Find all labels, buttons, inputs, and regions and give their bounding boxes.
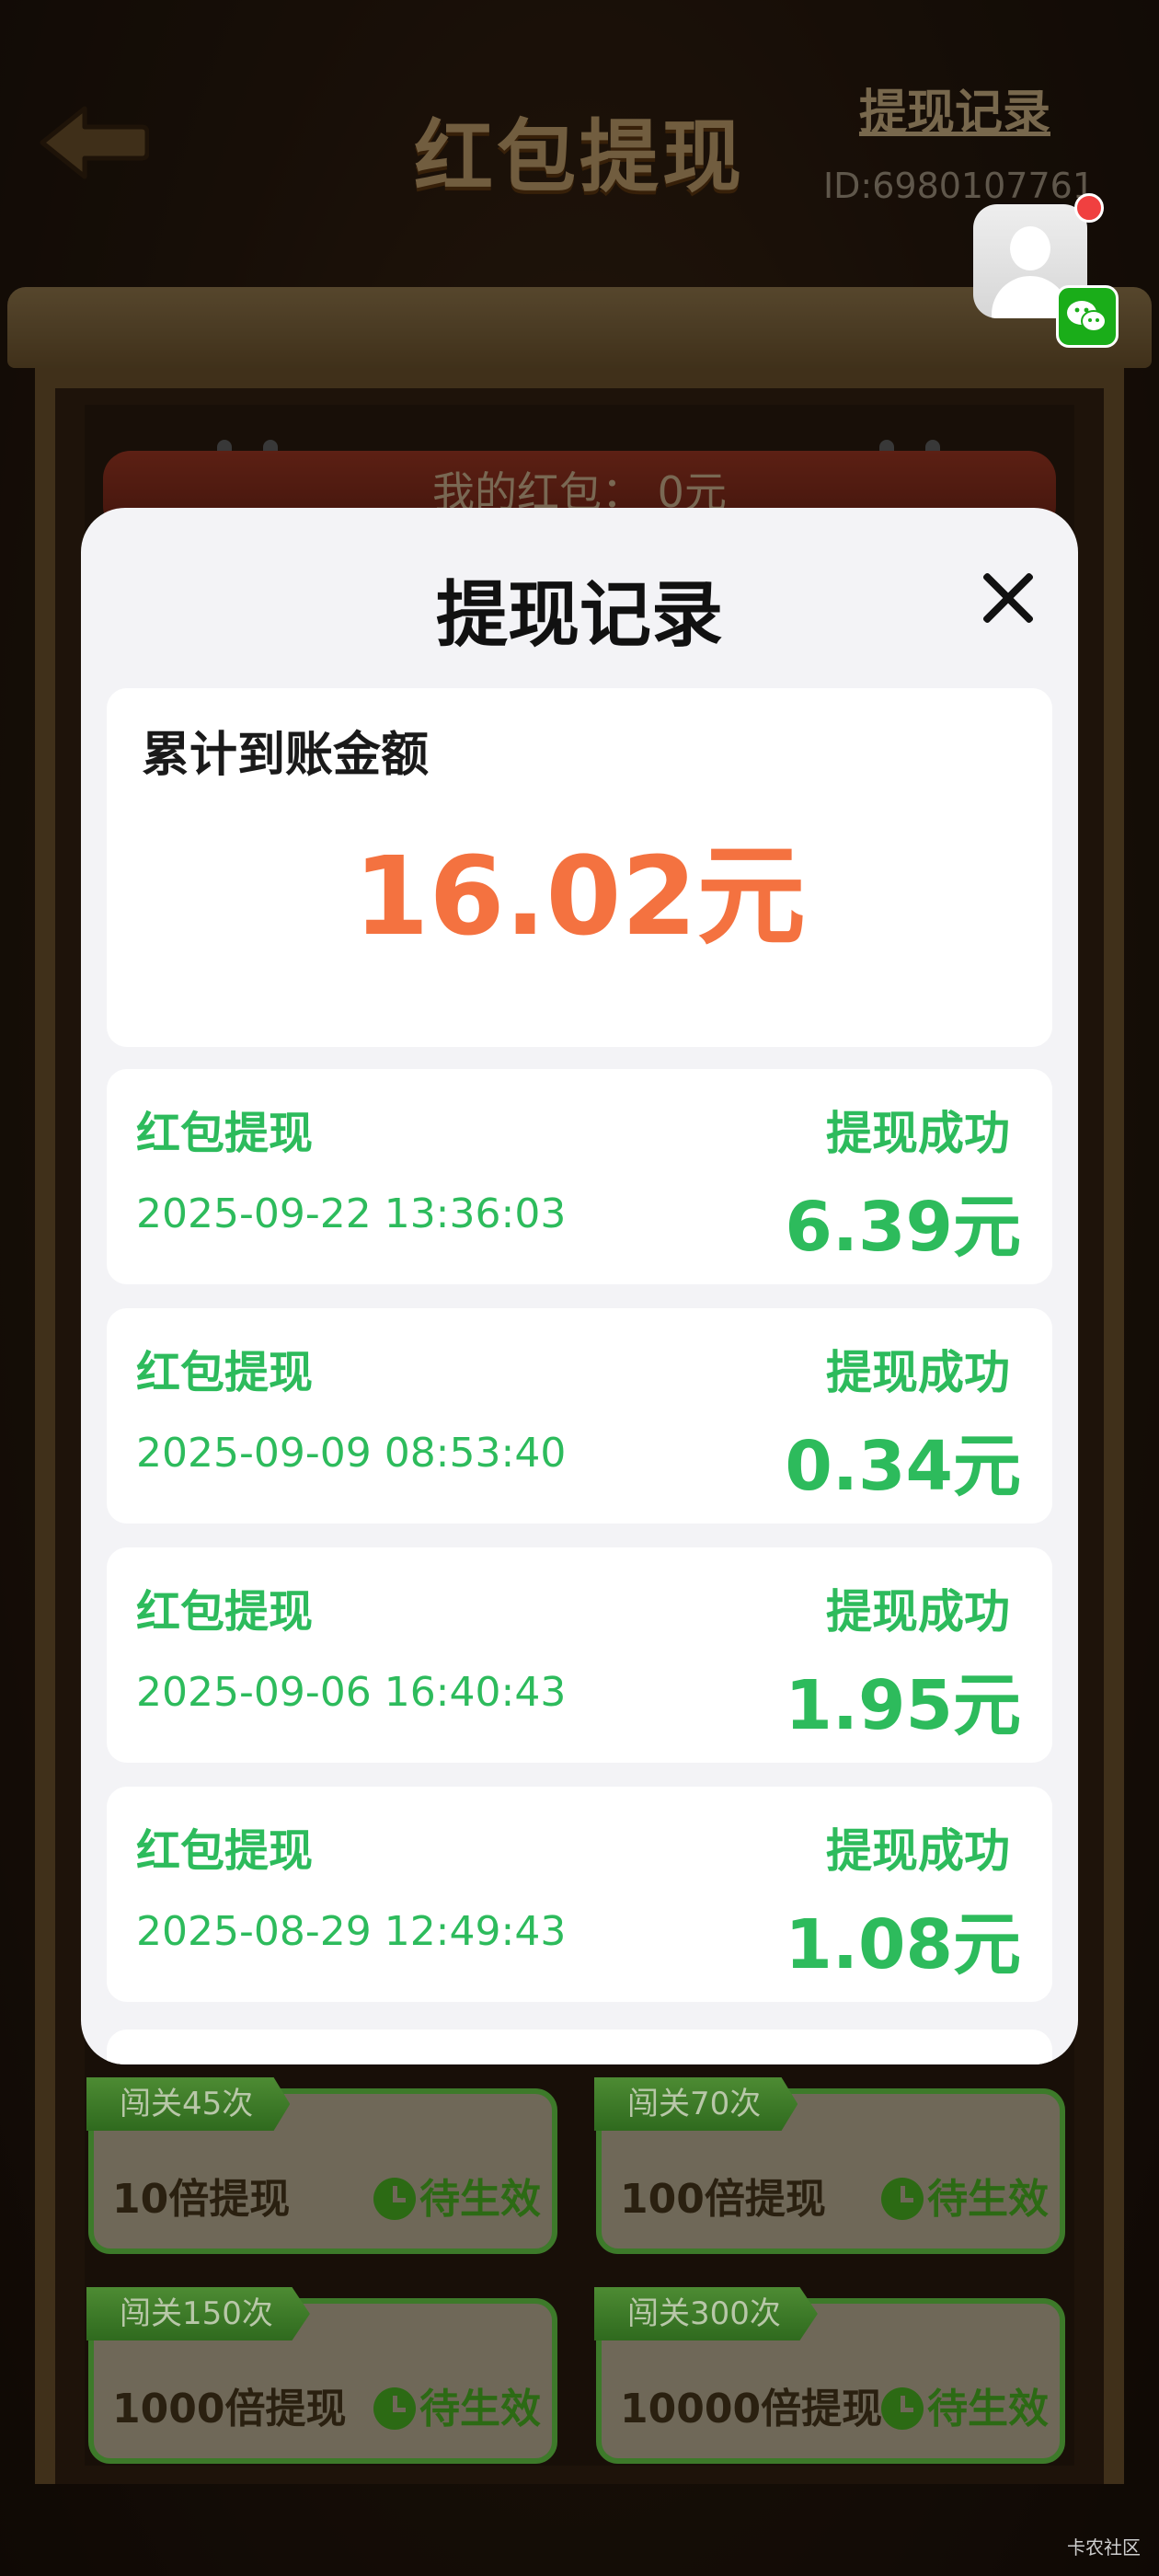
task-card: 闯关45次 10倍提现 待生效: [86, 2077, 557, 2254]
record-list[interactable]: 红包提现 提现成功 2025-09-22 13:36:03 6.39元 红包提现…: [107, 1069, 1052, 2026]
list-item: 红包提现 提现成功 2025-09-06 16:40:43 1.95元: [107, 1547, 1052, 1763]
modal-title: 提现记录: [435, 574, 723, 657]
task-status: 待生效: [881, 2375, 1049, 2434]
record-status: 提现成功: [826, 1107, 1010, 1160]
list-item: 红包提现 提现成功 2025-09-09 08:53:40 0.34元: [107, 1308, 1052, 1524]
list-item: 红包提现 提现成功 2025-08-29 12:49:43 1.08元: [107, 1787, 1052, 2002]
record-type: 红包提现: [136, 1347, 314, 1398]
total-label: 累计到账金额: [142, 728, 430, 783]
record-type: 红包提现: [136, 1825, 314, 1877]
record-status: 提现成功: [826, 1346, 1010, 1399]
record-amount: 6.39元: [785, 1188, 1021, 1267]
clock-icon: [373, 2178, 416, 2220]
record-time: 2025-08-29 12:49:43: [136, 1908, 567, 1955]
total-amount: 16.02元: [353, 833, 806, 960]
avatar[interactable]: [973, 193, 1119, 348]
task-card: 闯关300次 10000倍提现 待生效: [594, 2287, 1065, 2464]
list-item-partial: [107, 2030, 1052, 2064]
task-card: 闯关150次 1000倍提现 待生效: [86, 2287, 557, 2464]
task-tag: 闯关300次: [594, 2287, 818, 2340]
record-amount: 1.08元: [785, 1905, 1021, 1984]
task-name: 100倍提现: [620, 2176, 826, 2223]
total-amount-card: 累计到账金额 16.02元: [107, 688, 1052, 1047]
task-tag: 闯关70次: [594, 2077, 798, 2131]
list-item: 红包提现 提现成功 2025-09-22 13:36:03 6.39元: [107, 1069, 1052, 1284]
task-tag: 闯关150次: [86, 2287, 310, 2340]
wechat-icon: [1056, 285, 1119, 348]
record-time: 2025-09-09 08:53:40: [136, 1430, 567, 1477]
task-card: 闯关70次 100倍提现 待生效: [594, 2077, 1065, 2254]
task-name: 10倍提现: [112, 2176, 291, 2223]
record-amount: 0.34元: [785, 1427, 1021, 1506]
notification-dot: [1074, 193, 1104, 223]
close-icon[interactable]: [979, 569, 1038, 627]
record-status: 提现成功: [826, 1824, 1010, 1878]
record-time: 2025-09-22 13:36:03: [136, 1190, 567, 1237]
withdraw-record-modal: 提现记录 累计到账金额 16.02元 红包提现 提现成功 2025-09-22 …: [81, 508, 1078, 2064]
task-name: 1000倍提现: [112, 2386, 347, 2432]
clock-icon: [881, 2387, 924, 2430]
record-status: 提现成功: [826, 1585, 1010, 1639]
clock-icon: [881, 2178, 924, 2220]
record-type: 红包提现: [136, 1586, 314, 1638]
clock-icon: [373, 2387, 416, 2430]
task-name: 10000倍提现: [620, 2386, 883, 2432]
task-status: 待生效: [373, 2166, 541, 2225]
task-status: 待生效: [881, 2166, 1049, 2225]
record-time: 2025-09-06 16:40:43: [136, 1669, 567, 1716]
record-type: 红包提现: [136, 1108, 314, 1159]
task-tag: 闯关45次: [86, 2077, 291, 2131]
record-amount: 1.95元: [785, 1666, 1021, 1745]
task-status: 待生效: [373, 2375, 541, 2434]
watermark: 卡农社区: [1067, 2536, 1141, 2559]
